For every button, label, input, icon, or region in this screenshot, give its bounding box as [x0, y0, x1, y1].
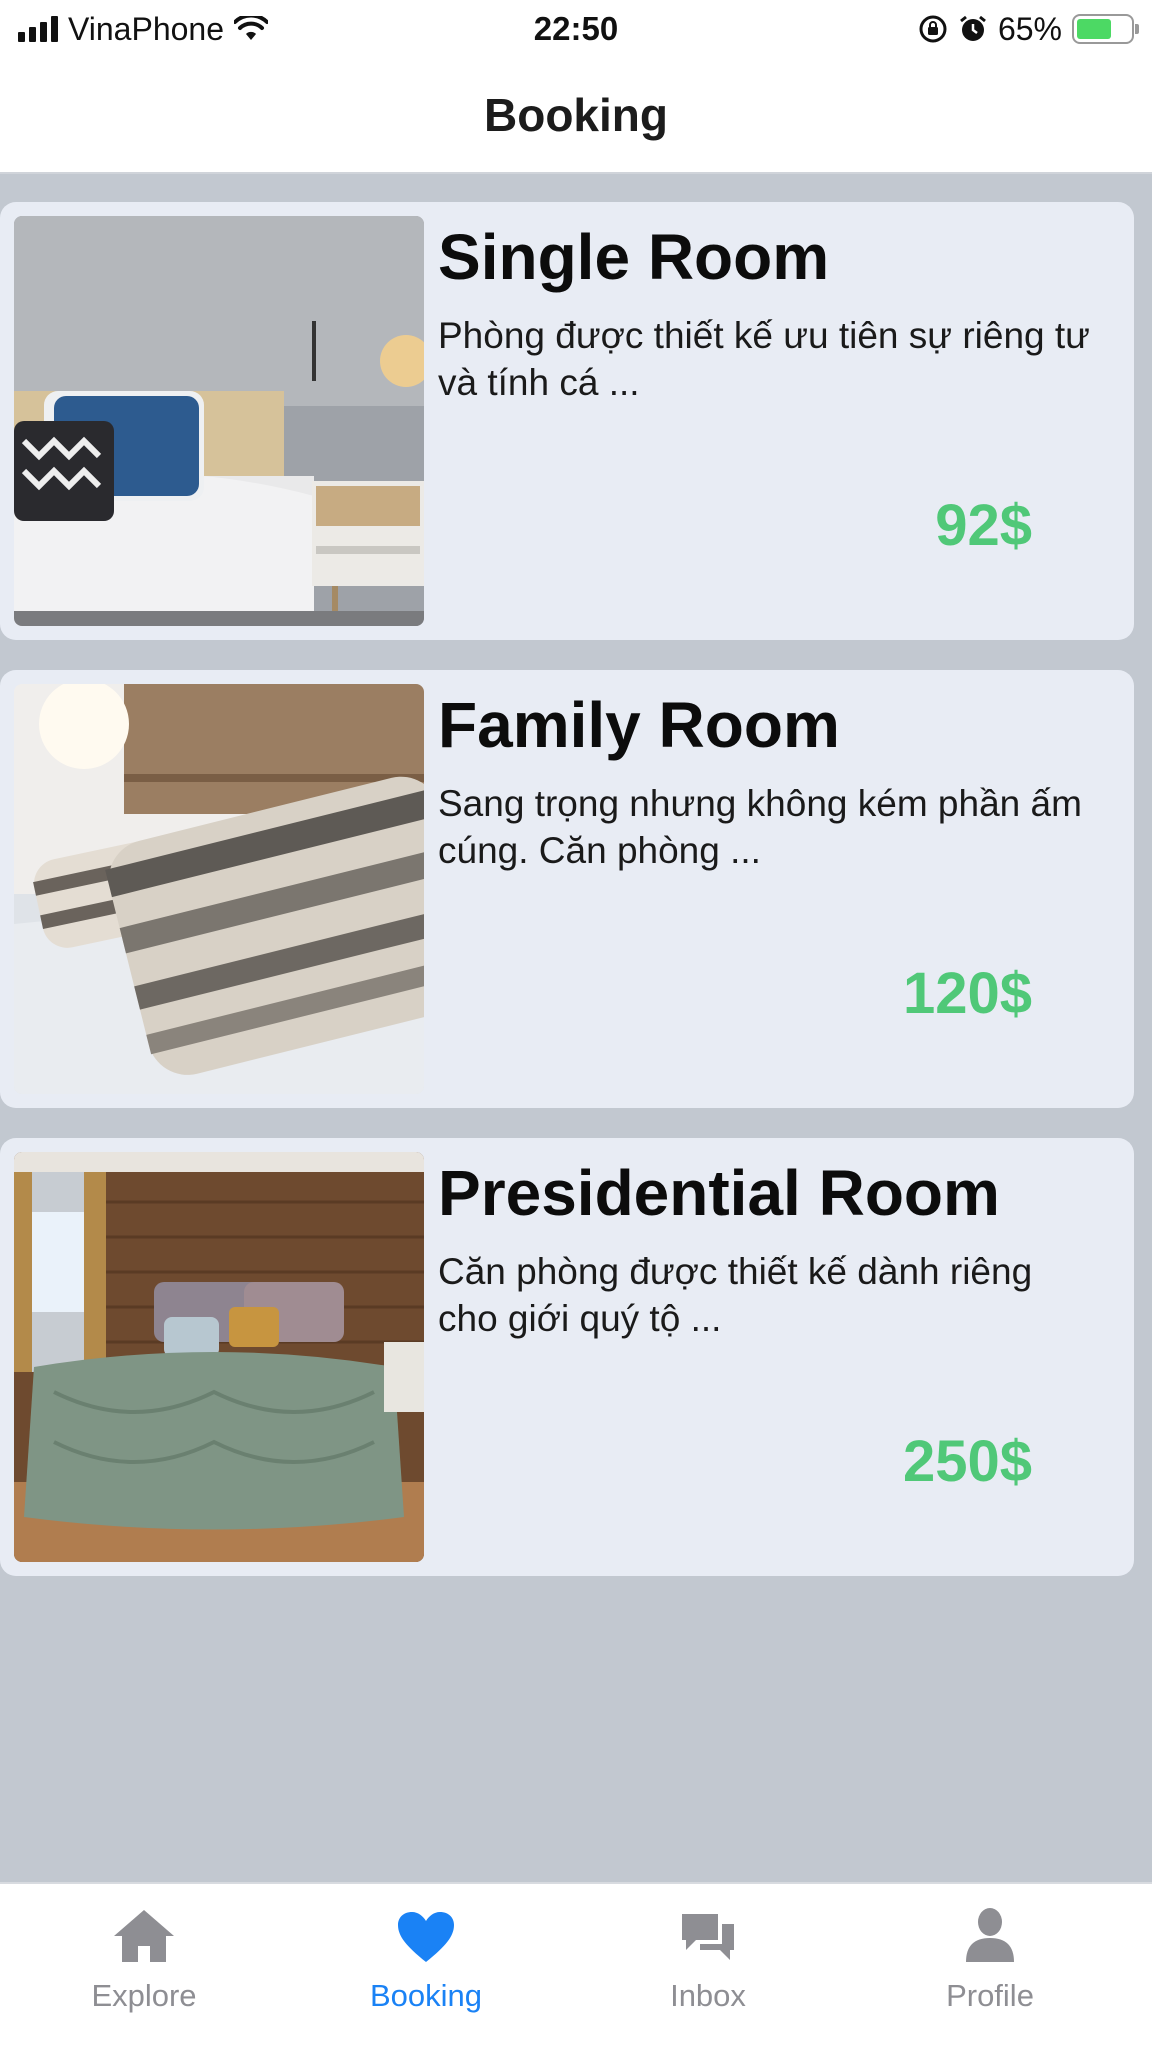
room-card-family[interactable]: Family Room Sang trọng nhưng không kém p…: [0, 670, 1134, 1108]
page-title: Booking: [484, 89, 668, 141]
tab-label: Explore: [91, 1978, 197, 2013]
wifi-icon: [234, 16, 268, 40]
tab-label: Booking: [369, 1978, 483, 2013]
room-description: Căn phòng được thiết kế dành riêng cho g…: [438, 1251, 1033, 1339]
tab-inbox[interactable]: Inbox: [564, 1902, 852, 2014]
tab-profile[interactable]: Profile: [846, 1902, 1134, 2014]
room-title: Family Room: [438, 689, 840, 761]
battery-percent: 65%: [997, 10, 1062, 47]
heart-icon: [398, 1912, 454, 1962]
user-icon: [966, 1908, 1014, 1962]
status-bar: VinaPhone 22:50 65%: [0, 0, 1152, 58]
tab-bar: Explore Booking Inbox Profile: [0, 1882, 1152, 2048]
room-price: 92$: [935, 493, 1032, 558]
room-description: Phòng được thiết kế ưu tiên sự riêng tư …: [438, 315, 1090, 403]
room-description: Sang trọng nhưng không kém phần ấm cúng.…: [438, 783, 1082, 871]
room-price: 250$: [902, 1429, 1032, 1494]
room-price: 120$: [902, 961, 1032, 1026]
battery-charging-icon: [1072, 14, 1139, 44]
tab-explore[interactable]: Explore: [0, 1902, 288, 2014]
room-title: Presidential Room: [438, 1157, 1000, 1229]
nav-header: Booking: [0, 58, 1152, 174]
tab-booking[interactable]: Booking: [282, 1902, 570, 2014]
signal-icon: [18, 16, 58, 42]
chat-icon: [682, 1914, 734, 1960]
room-card-single[interactable]: Single Room Phòng được thiết kế ưu tiên …: [0, 202, 1134, 640]
room-image: [14, 1152, 424, 1562]
tab-label: Profile: [946, 1978, 1034, 2013]
rotation-lock-icon: [919, 15, 947, 43]
room-card-presidential[interactable]: Presidential Room Căn phòng được thiết k…: [0, 1138, 1134, 1576]
home-icon: [114, 1910, 174, 1962]
room-image: [14, 216, 424, 626]
carrier-label: VinaPhone: [68, 10, 224, 47]
alarm-icon: [960, 15, 986, 41]
room-title: Single Room: [438, 221, 830, 293]
room-image: [14, 684, 424, 1094]
tab-label: Inbox: [670, 1978, 746, 2013]
